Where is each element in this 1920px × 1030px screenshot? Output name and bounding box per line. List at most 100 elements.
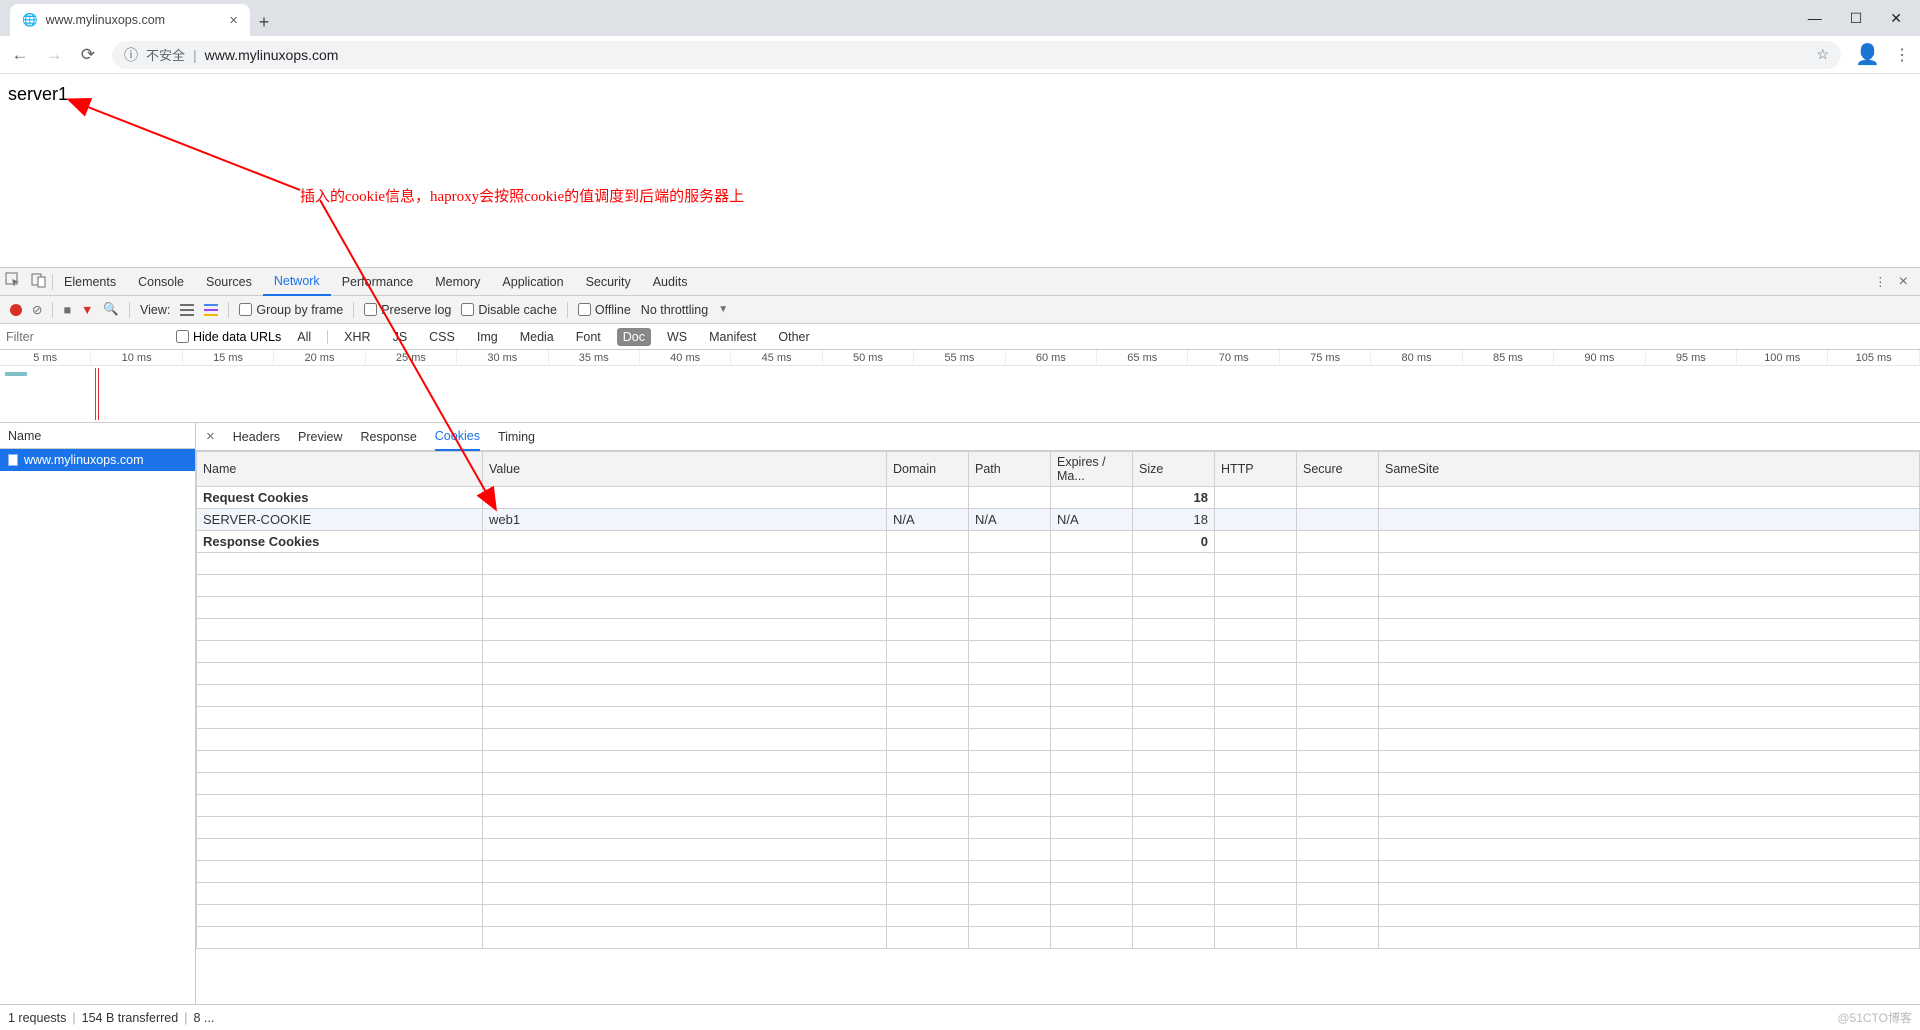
timeline-tick: 65 ms (1097, 350, 1188, 365)
request-list: Name www.mylinuxops.com (0, 423, 196, 1004)
watermark: @51CTO博客 (1837, 1009, 1912, 1026)
status-transferred: 154 B transferred (82, 1011, 179, 1025)
status-requests: 1 requests (8, 1011, 66, 1025)
tab-network[interactable]: Network (263, 269, 331, 296)
more-icon[interactable]: ⋮ (1874, 274, 1887, 289)
detail-tab-cookies[interactable]: Cookies (435, 429, 480, 451)
timeline-tick: 60 ms (1006, 350, 1097, 365)
filter-media[interactable]: Media (514, 328, 560, 346)
tab-performance[interactable]: Performance (331, 268, 425, 295)
new-tab-button[interactable]: + (250, 8, 278, 36)
timeline-tick: 30 ms (457, 350, 548, 365)
browser-tab[interactable]: 🌐 www.mylinuxops.com × (10, 4, 250, 36)
annotation-text: 插入的cookie信息，haproxy会按照cookie的值调度到后端的服务器上 (300, 185, 744, 206)
cookie-row-empty (197, 795, 1920, 817)
profile-icon[interactable]: 👤 (1855, 42, 1880, 67)
filter-xhr[interactable]: XHR (338, 328, 376, 346)
network-toolbar: ⊘ ■ ▼ 🔍 View: Group by frame Preserve lo… (0, 296, 1920, 324)
disable-cache-checkbox[interactable]: Disable cache (461, 303, 557, 317)
back-button[interactable]: ← (10, 45, 30, 65)
detail-tab-preview[interactable]: Preview (298, 430, 342, 444)
timeline-tick: 75 ms (1280, 350, 1371, 365)
view-large-icon[interactable] (180, 304, 194, 316)
timeline-tick: 35 ms (549, 350, 640, 365)
filter-css[interactable]: CSS (423, 328, 461, 346)
cookie-row-empty (197, 927, 1920, 949)
devtools: Elements Console Sources Network Perform… (0, 267, 1920, 1004)
timeline-tick: 15 ms (183, 350, 274, 365)
tab-application[interactable]: Application (491, 268, 574, 295)
page-body: server1 (0, 74, 1920, 267)
star-icon[interactable]: ☆ (1817, 46, 1830, 63)
info-icon: ⓘ (124, 45, 138, 65)
filter-img[interactable]: Img (471, 328, 504, 346)
hide-data-urls-checkbox[interactable]: Hide data URLs (176, 330, 281, 344)
stop-icon[interactable]: ⊘ (32, 302, 42, 317)
chevron-down-icon[interactable]: ▼ (718, 304, 728, 315)
cookie-row-empty (197, 861, 1920, 883)
cookie-row-empty (197, 707, 1920, 729)
filter-all[interactable]: All (291, 328, 317, 346)
close-window-icon[interactable]: ✕ (1890, 10, 1902, 27)
cookie-row-empty (197, 839, 1920, 861)
view-waterfall-icon[interactable] (204, 304, 218, 316)
filter-js[interactable]: JS (387, 328, 414, 346)
cookie-row[interactable]: Request Cookies18 (197, 487, 1920, 509)
document-icon (8, 454, 18, 466)
inspect-icon[interactable] (0, 272, 26, 291)
group-by-frame-checkbox[interactable]: Group by frame (239, 303, 343, 317)
request-list-header: Name (0, 423, 195, 449)
timeline-tick: 10 ms (91, 350, 182, 365)
close-devtools-icon[interactable]: × (1899, 273, 1908, 291)
detail-tab-headers[interactable]: Headers (233, 430, 280, 444)
tab-memory[interactable]: Memory (424, 268, 491, 295)
maximize-icon[interactable]: ☐ (1850, 10, 1863, 27)
tab-console[interactable]: Console (127, 268, 195, 295)
request-item[interactable]: www.mylinuxops.com (0, 449, 195, 471)
page-text: server1 (8, 84, 68, 104)
record-button[interactable] (10, 304, 22, 316)
filter-row: Hide data URLs All XHR JS CSS Img Media … (0, 324, 1920, 350)
filter-manifest[interactable]: Manifest (703, 328, 762, 346)
filter-input[interactable] (6, 330, 166, 344)
minimize-icon[interactable]: — (1808, 10, 1822, 26)
detail-tab-response[interactable]: Response (360, 430, 416, 444)
tab-security[interactable]: Security (575, 268, 642, 295)
filter-ws[interactable]: WS (661, 328, 693, 346)
timeline[interactable]: 5 ms10 ms15 ms20 ms25 ms30 ms35 ms40 ms4… (0, 350, 1920, 423)
tab-elements[interactable]: Elements (53, 268, 127, 295)
cookie-table: Name Value Domain Path Expires / Ma... S… (196, 451, 1920, 1004)
offline-checkbox[interactable]: Offline (578, 303, 631, 317)
filter-doc[interactable]: Doc (617, 328, 651, 346)
timeline-tick: 50 ms (823, 350, 914, 365)
camera-icon[interactable]: ■ (63, 303, 71, 317)
tab-sources[interactable]: Sources (195, 268, 263, 295)
cookie-row-empty (197, 575, 1920, 597)
request-item-label: www.mylinuxops.com (24, 453, 143, 467)
timeline-tick: 40 ms (640, 350, 731, 365)
timeline-tick: 95 ms (1646, 350, 1737, 365)
url-text: www.mylinuxops.com (205, 47, 339, 63)
preserve-log-checkbox[interactable]: Preserve log (364, 303, 451, 317)
devtools-tabs: Elements Console Sources Network Perform… (0, 268, 1920, 296)
reload-button[interactable]: ⟳ (78, 45, 98, 65)
detail-tab-timing[interactable]: Timing (498, 430, 535, 444)
search-icon[interactable]: 🔍 (103, 302, 119, 317)
tab-audits[interactable]: Audits (642, 268, 699, 295)
cookie-row[interactable]: Response Cookies0 (197, 531, 1920, 553)
filter-icon[interactable]: ▼ (81, 303, 93, 317)
menu-icon[interactable]: ⋮ (1894, 45, 1910, 65)
address-bar[interactable]: ⓘ 不安全 | www.mylinuxops.com ☆ (112, 41, 1841, 69)
filter-other[interactable]: Other (772, 328, 815, 346)
omnibox-row: ← → ⟳ ⓘ 不安全 | www.mylinuxops.com ☆ 👤 ⋮ (0, 36, 1920, 74)
cookie-row-empty (197, 641, 1920, 663)
device-toggle-icon[interactable] (26, 272, 52, 291)
close-detail-icon[interactable]: × (206, 428, 215, 445)
filter-font[interactable]: Font (570, 328, 607, 346)
status-bar: 1 requests | 154 B transferred | 8 ... (0, 1004, 1920, 1030)
forward-button[interactable]: → (44, 45, 64, 65)
throttling-select[interactable]: No throttling (641, 303, 708, 317)
close-tab-icon[interactable]: × (229, 12, 238, 29)
timeline-tick: 90 ms (1554, 350, 1645, 365)
cookie-row[interactable]: SERVER-COOKIEweb1N/AN/AN/A18 (197, 509, 1920, 531)
